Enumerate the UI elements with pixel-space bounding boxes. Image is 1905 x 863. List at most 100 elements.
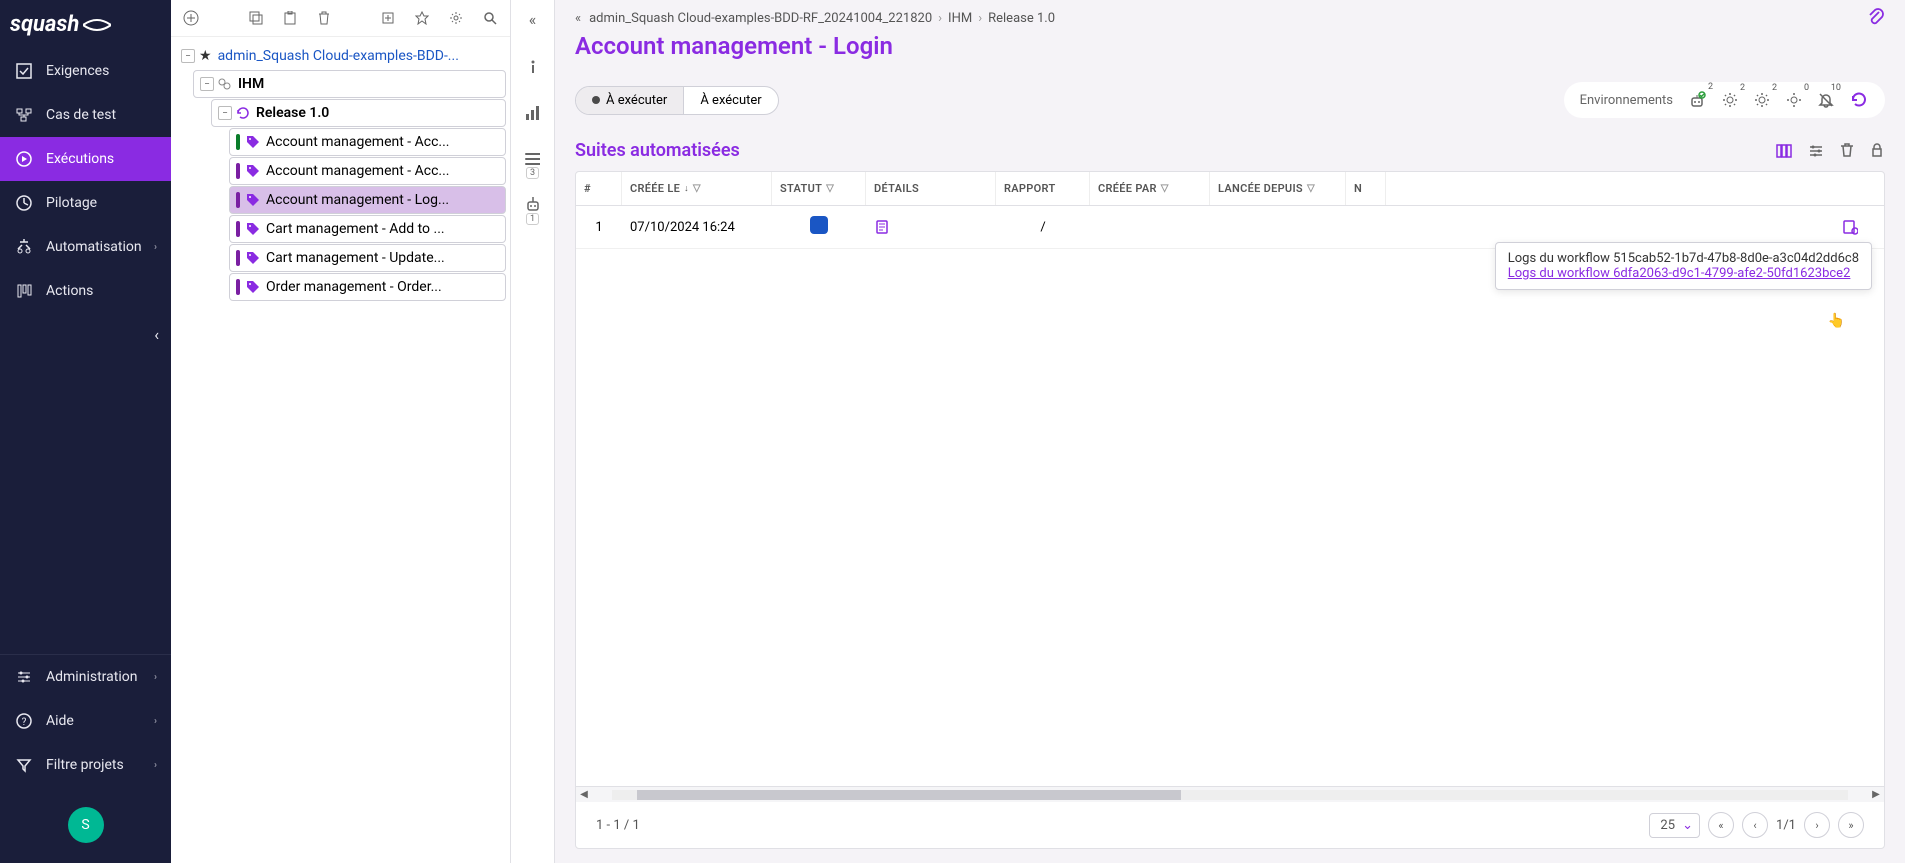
nav-administration[interactable]: Administration › [0, 655, 171, 699]
delete-icon[interactable] [312, 6, 336, 30]
tag-icon [246, 251, 260, 265]
page-first[interactable]: « [1708, 812, 1734, 838]
filter-icon [14, 757, 34, 773]
copy-icon[interactable] [244, 6, 268, 30]
tree-panel: − ★ admin_Squash Cloud-examples-BDD-... … [171, 0, 511, 863]
tree-release[interactable]: − Release 1.0 [211, 99, 506, 127]
gear-icon[interactable] [444, 6, 468, 30]
tree-folder[interactable]: − IHM [193, 70, 506, 98]
nav-label: Actions [46, 283, 93, 299]
logo[interactable]: squash [0, 0, 171, 49]
attachment-icon[interactable] [1867, 8, 1885, 28]
environments-bar: Environnements 2 2 2 0 10 [1564, 82, 1885, 118]
exec-status-label: À exécuter [606, 93, 667, 108]
nav-filtre-projets[interactable]: Filtre projets › [0, 743, 171, 787]
env-gear1-icon[interactable]: 2 [1721, 91, 1739, 109]
exec-pill-status[interactable]: À exécuter [576, 87, 684, 114]
row-action-icon[interactable] [1842, 219, 1876, 235]
tree-item-label: Account management - Acc... [266, 163, 450, 179]
col-status[interactable]: STATUT▽ [772, 172, 866, 205]
status-stripe [236, 221, 240, 237]
user-initial: S [81, 817, 89, 833]
list-tab[interactable]: 3 [519, 145, 547, 173]
page-next[interactable]: › [1804, 812, 1830, 838]
horizontal-scrollbar[interactable]: ◀ ▶ [576, 786, 1884, 802]
scroll-thumb[interactable] [637, 790, 1181, 800]
page-prev[interactable]: ‹ [1742, 812, 1768, 838]
page-last[interactable]: » [1838, 812, 1864, 838]
breadcrumb-project[interactable]: admin_Squash Cloud-examples-BDD-RF_20241… [589, 11, 932, 26]
tree-item[interactable]: Account management - Log... [229, 186, 506, 214]
nav-exigences[interactable]: Exigences [0, 49, 171, 93]
export-icon[interactable] [376, 6, 400, 30]
refresh-icon[interactable] [1849, 90, 1869, 110]
tree-item[interactable]: Account management - Acc... [229, 128, 506, 156]
breadcrumb: « admin_Squash Cloud-examples-BDD-RF_202… [555, 0, 1905, 28]
filter-icon[interactable]: ▽ [826, 183, 834, 194]
search-icon[interactable] [478, 6, 502, 30]
env-bell-count: 0 [1804, 83, 1809, 93]
col-launched[interactable]: LANCÉE DEPUIS▽ [1210, 172, 1346, 205]
tree-root-label: admin_Squash Cloud-examples-BDD-... [218, 48, 459, 64]
collapse-icon[interactable]: − [181, 49, 195, 63]
col-n[interactable]: N [1346, 172, 1386, 205]
env-robot-icon[interactable]: 2 [1687, 90, 1707, 110]
scroll-right-icon[interactable]: ▶ [1868, 789, 1884, 800]
status-stripe [236, 250, 240, 266]
col-created[interactable]: CRÉÉE LE↓▽ [622, 172, 772, 205]
env-bell-icon[interactable]: 10 [1817, 91, 1835, 109]
env-gear2-icon[interactable]: 2 [1753, 91, 1771, 109]
tooltip-log2[interactable]: Logs du workflow 6dfa2063-d9c1-4799-afe2… [1508, 266, 1859, 281]
filter-icon[interactable]: ▽ [1307, 183, 1315, 194]
sidebar-collapse[interactable]: ‹ [0, 313, 171, 356]
columns-icon[interactable] [1775, 142, 1793, 160]
col-report[interactable]: RAPPORT [996, 172, 1090, 205]
page-range: 1 - 1 / 1 [596, 818, 640, 833]
exec-pill-action[interactable]: À exécuter [684, 87, 777, 114]
add-icon[interactable] [179, 6, 203, 30]
lock-icon[interactable] [1869, 142, 1885, 160]
tree-item[interactable]: Order management - Order... [229, 273, 506, 301]
settings-icon[interactable] [1807, 142, 1825, 160]
robot-tab[interactable]: 1 [519, 191, 547, 219]
nav-cas-de-test[interactable]: Cas de test [0, 93, 171, 137]
breadcrumb-release[interactable]: Release 1.0 [988, 11, 1055, 26]
tree-item[interactable]: Account management - Acc... [229, 157, 506, 185]
section-title: Suites automatisées [575, 140, 740, 161]
env-gear3-icon[interactable]: 0 [1785, 91, 1803, 109]
info-tab[interactable] [519, 53, 547, 81]
collapse-detail-icon[interactable]: « [529, 10, 537, 29]
nav-aide[interactable]: ? Aide › [0, 699, 171, 743]
tooltip-log1[interactable]: Logs du workflow 515cab52-1b7d-47b8-8d0e… [1508, 251, 1859, 266]
tree-root[interactable]: − ★ admin_Squash Cloud-examples-BDD-... [175, 43, 506, 69]
col-createdby[interactable]: CRÉÉE PAR▽ [1090, 172, 1210, 205]
chart-tab[interactable] [519, 99, 547, 127]
breadcrumb-folder[interactable]: IHM [948, 11, 972, 26]
scroll-left-icon[interactable]: ◀ [576, 789, 592, 800]
paste-icon[interactable] [278, 6, 302, 30]
tree-item[interactable]: Cart management - Update... [229, 244, 506, 272]
page-size-select[interactable]: 25 [1649, 813, 1700, 838]
col-num[interactable]: # [576, 172, 622, 205]
scroll-track[interactable] [612, 790, 1848, 800]
nav-main: Exigences Cas de test Exécutions Pilotag… [0, 49, 171, 654]
collapse-icon[interactable]: − [218, 106, 232, 120]
col-details[interactable]: DÉTAILS [866, 172, 996, 205]
delete-icon[interactable] [1839, 142, 1855, 160]
nav-actions[interactable]: Actions [0, 269, 171, 313]
filter-icon[interactable]: ▽ [1161, 183, 1169, 194]
pagination: 1 - 1 / 1 25 « ‹ 1/1 › » [576, 802, 1884, 848]
collapse-breadcrumb-icon[interactable]: « [575, 11, 581, 26]
user-avatar[interactable]: S [68, 807, 104, 843]
star-icon[interactable] [410, 6, 434, 30]
tree-item[interactable]: Cart management - Add to ... [229, 215, 506, 243]
collapse-icon[interactable]: − [200, 77, 214, 91]
details-icon[interactable] [874, 219, 988, 235]
nav-executions[interactable]: Exécutions [0, 137, 171, 181]
list-badge: 3 [526, 167, 539, 179]
nav-automatisation[interactable]: Automatisation › [0, 225, 171, 269]
chevron-right-icon: › [154, 760, 157, 771]
nav-pilotage[interactable]: Pilotage [0, 181, 171, 225]
cell-report: / [996, 210, 1090, 245]
filter-icon[interactable]: ▽ [693, 183, 701, 194]
